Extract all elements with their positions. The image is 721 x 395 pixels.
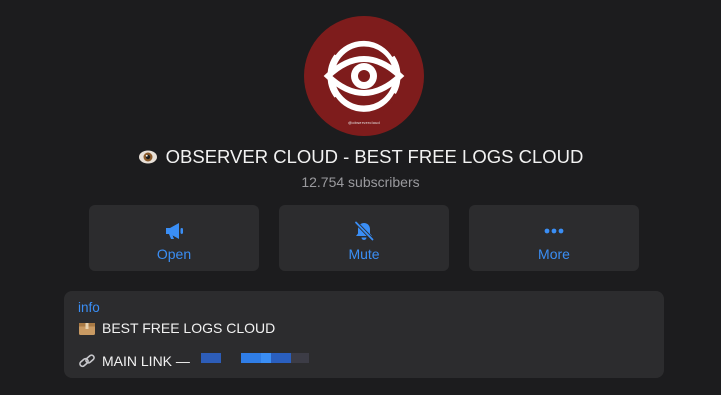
open-button-label: Open bbox=[156, 246, 192, 262]
bottom-overlay bbox=[324, 379, 721, 395]
package-icon bbox=[79, 323, 95, 335]
redacted-link-segment[interactable] bbox=[291, 353, 309, 363]
info-link-line: MAIN LINK — bbox=[78, 353, 190, 369]
redacted-link-segment[interactable] bbox=[261, 353, 271, 363]
eye-logo-icon bbox=[323, 36, 405, 116]
redacted-link-segment[interactable] bbox=[201, 353, 221, 363]
redacted-link-segment[interactable] bbox=[241, 353, 261, 363]
avatar-caption: @observercloud bbox=[348, 120, 380, 125]
redacted-link-segment[interactable] bbox=[271, 353, 291, 363]
subscriber-count: 12.754 subscribers bbox=[301, 174, 420, 190]
more-button[interactable]: More bbox=[469, 205, 639, 271]
channel-avatar[interactable]: @observercloud bbox=[304, 16, 424, 136]
channel-title: OBSERVER CLOUD - BEST FREE LOGS CLOUD bbox=[165, 146, 584, 167]
mute-button-label: Mute bbox=[348, 246, 380, 262]
info-description-line: BEST FREE LOGS CLOUD bbox=[78, 320, 275, 336]
info-heading: info bbox=[78, 300, 100, 315]
mute-button[interactable]: Mute bbox=[279, 205, 449, 271]
channel-title-row: OBSERVER CLOUD - BEST FREE LOGS CLOUD bbox=[0, 146, 721, 168]
open-button[interactable]: Open bbox=[89, 205, 259, 271]
eye-icon bbox=[138, 150, 157, 164]
more-button-label: More bbox=[538, 246, 570, 262]
main-link-label: MAIN LINK — bbox=[102, 353, 190, 369]
megaphone-icon bbox=[166, 223, 183, 239]
channel-info-page: @observercloud OBSERVER CLOUD - BEST FRE… bbox=[0, 0, 721, 395]
info-card: info BEST FREE LOGS CLOUD MAIN LINK — bbox=[64, 291, 664, 378]
link-icon bbox=[79, 354, 95, 368]
bell-off-icon bbox=[354, 221, 374, 241]
more-dots-icon bbox=[544, 228, 564, 234]
info-description: BEST FREE LOGS CLOUD bbox=[102, 320, 276, 336]
